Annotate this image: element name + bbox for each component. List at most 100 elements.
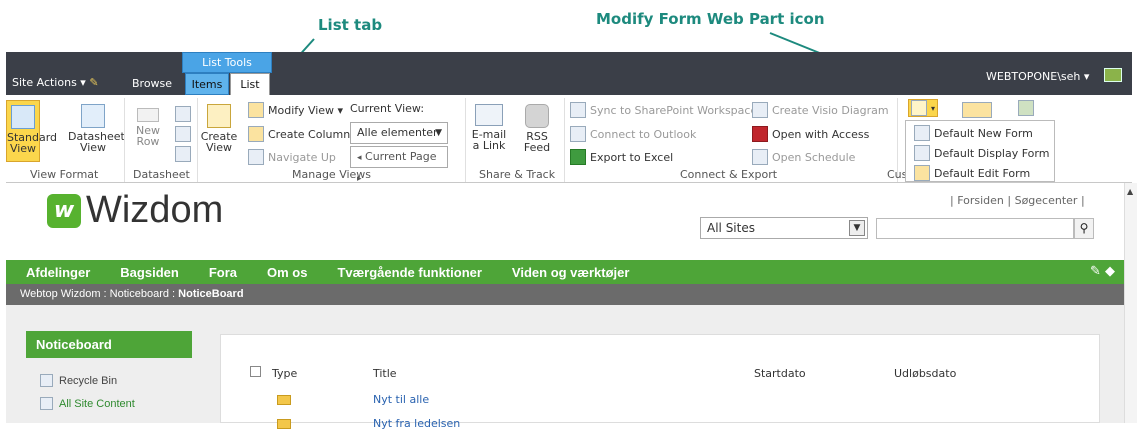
- site-actions-menu[interactable]: Site Actions ▾ ✎: [12, 76, 99, 89]
- nav-item-viden[interactable]: Viden og værktøjer: [512, 265, 630, 280]
- modify-form-menu: Default New Form Default Display Form De…: [905, 120, 1055, 182]
- modify-form-web-part-button[interactable]: ▾: [908, 99, 938, 117]
- datasheet-view-label: Datasheet View: [68, 130, 125, 154]
- nav-item-bagsiden[interactable]: Bagsiden: [120, 265, 179, 280]
- all-site-content-icon: [40, 397, 53, 410]
- outlook-icon: [570, 126, 586, 142]
- tab-items[interactable]: Items: [185, 73, 229, 95]
- column-header-udlobsdato[interactable]: Udløbsdato: [894, 367, 956, 380]
- tab-list[interactable]: List: [230, 73, 270, 96]
- search-scope-value: All Sites: [707, 221, 755, 235]
- vertical-scrollbar[interactable]: [1124, 183, 1137, 423]
- form-web-parts-icon[interactable]: [962, 102, 992, 118]
- rss-feed-button[interactable]: RSS Feed: [520, 104, 554, 162]
- group-label-share-track: Share & Track: [479, 168, 556, 181]
- chevron-left-icon[interactable]: ◂: [357, 153, 362, 163]
- folder-icon: [277, 419, 291, 429]
- top-navigation: Afdelinger Bagsiden Fora Om os Tværgåend…: [6, 260, 1127, 284]
- export-excel-button[interactable]: Export to Excel: [570, 149, 673, 165]
- schedule-icon: [752, 149, 768, 165]
- group-separator: [197, 98, 198, 182]
- current-view-select[interactable]: Alle elementer ▼: [350, 122, 448, 144]
- new-form-icon: [914, 125, 930, 141]
- create-column-icon: [248, 126, 264, 142]
- select-all-checkbox[interactable]: [250, 366, 261, 377]
- nav-item-tvaergaende[interactable]: Tværgående funktioner: [337, 265, 481, 280]
- breadcrumb-current: NoticeBoard: [178, 288, 244, 300]
- quicklaunch-title[interactable]: Noticeboard: [26, 331, 192, 358]
- sync-status-icon[interactable]: [1104, 68, 1122, 82]
- menu-item-label: Default New Form: [934, 126, 1033, 140]
- new-row-label: New Row: [136, 124, 160, 148]
- menu-item-default-new-form[interactable]: Default New Form: [914, 125, 1033, 141]
- list-tools-label: List Tools: [182, 52, 272, 73]
- column-header-title[interactable]: Title: [373, 367, 397, 380]
- list-item-title[interactable]: Nyt fra ledelsen: [373, 417, 460, 430]
- group-label-manage-views: Manage Views: [292, 168, 372, 181]
- tab-browse[interactable]: Browse: [132, 77, 172, 90]
- search-scope-select[interactable]: All Sites ▼: [700, 217, 868, 239]
- scroll-up-arrow[interactable]: ▲: [1127, 187, 1133, 196]
- current-page-pager[interactable]: ◂ Current Page ▸: [350, 146, 448, 184]
- email-link-button[interactable]: E-mail a Link: [470, 104, 508, 162]
- user-menu[interactable]: WEBTOPONE\seh ▾: [986, 70, 1089, 83]
- column-header-startdato[interactable]: Startdato: [754, 367, 806, 380]
- column-header-type[interactable]: Type: [272, 367, 297, 380]
- edit-page-icon[interactable]: ✎: [89, 76, 98, 89]
- group-label-view-format: View Format: [30, 168, 99, 181]
- top-links[interactable]: | Forsiden | Søgecenter |: [950, 194, 1085, 207]
- create-visio-label: Create Visio Diagram: [772, 103, 889, 117]
- search-icon[interactable]: ⚲: [1074, 218, 1094, 239]
- nav-item-fora[interactable]: Fora: [209, 265, 237, 280]
- group-separator: [564, 98, 565, 182]
- modify-view-icon: [248, 102, 264, 118]
- create-view-button[interactable]: Create View: [200, 104, 238, 162]
- list-item-title[interactable]: Nyt til alle: [373, 393, 429, 406]
- rss-feed-label: RSS Feed: [523, 130, 551, 154]
- navigate-up-button[interactable]: Navigate Up: [248, 149, 336, 165]
- modify-view-label: Modify View ▾: [268, 103, 344, 117]
- open-access-button[interactable]: Open with Access: [752, 126, 869, 142]
- totals-icon[interactable]: [175, 126, 191, 142]
- modify-view-button[interactable]: Modify View ▾: [248, 102, 343, 118]
- modify-form-web-part-icon: [911, 100, 927, 116]
- connect-outlook-button[interactable]: Connect to Outlook: [570, 126, 696, 142]
- new-row-button[interactable]: New Row: [130, 108, 166, 162]
- export-excel-label: Export to Excel: [590, 150, 674, 164]
- datasheet-view-button[interactable]: Datasheet View: [68, 104, 125, 162]
- sync-label: Sync to SharePoint Workspace: [590, 103, 758, 117]
- sync-workspace-button[interactable]: Sync to SharePoint Workspace: [570, 102, 757, 118]
- tag-notes-icon[interactable]: ✎ ◆: [1090, 264, 1115, 279]
- group-separator: [124, 98, 125, 182]
- menu-item-default-display-form[interactable]: Default Display Form: [914, 145, 1049, 161]
- standard-view-button[interactable]: Standard View: [6, 100, 57, 162]
- ribbon-top-bar: [6, 52, 1132, 95]
- modify-form-callout: Modify Form Web Part icon: [596, 10, 825, 28]
- chevron-down-icon: ▼: [849, 220, 865, 236]
- current-view-value: Alle elementer: [357, 126, 438, 139]
- all-site-content-link[interactable]: All Site Content: [40, 397, 135, 410]
- show-taskpane-icon[interactable]: [175, 106, 191, 122]
- create-visio-button[interactable]: Create Visio Diagram: [752, 102, 889, 118]
- wizdom-logo-icon[interactable]: w: [47, 194, 81, 228]
- edit-library-icon[interactable]: [1018, 100, 1034, 116]
- nav-item-afdelinger[interactable]: Afdelinger: [26, 265, 90, 280]
- nav-item-om-os[interactable]: Om os: [267, 265, 307, 280]
- recycle-bin-link[interactable]: Recycle Bin: [40, 374, 117, 387]
- refresh-data-icon[interactable]: [175, 146, 191, 162]
- create-column-button[interactable]: Create Column: [248, 126, 350, 142]
- recycle-bin-label: Recycle Bin: [59, 374, 118, 387]
- search-input[interactable]: [876, 218, 1074, 239]
- datasheet-view-icon: [81, 104, 105, 128]
- visio-icon: [752, 102, 768, 118]
- list-tab-callout: List tab: [318, 16, 383, 34]
- breadcrumb-path[interactable]: Webtop Wizdom : Noticeboard :: [20, 288, 178, 300]
- navigate-up-label: Navigate Up: [268, 150, 336, 164]
- create-view-label: Create View: [200, 130, 238, 154]
- menu-item-default-edit-form[interactable]: Default Edit Form: [914, 165, 1030, 181]
- group-separator: [465, 98, 466, 182]
- wizdom-logo-text[interactable]: Wizdom: [86, 189, 223, 232]
- breadcrumb: Webtop Wizdom : Noticeboard : NoticeBoar…: [6, 284, 1127, 305]
- open-schedule-button[interactable]: Open Schedule: [752, 149, 855, 165]
- recycle-bin-icon: [40, 374, 53, 387]
